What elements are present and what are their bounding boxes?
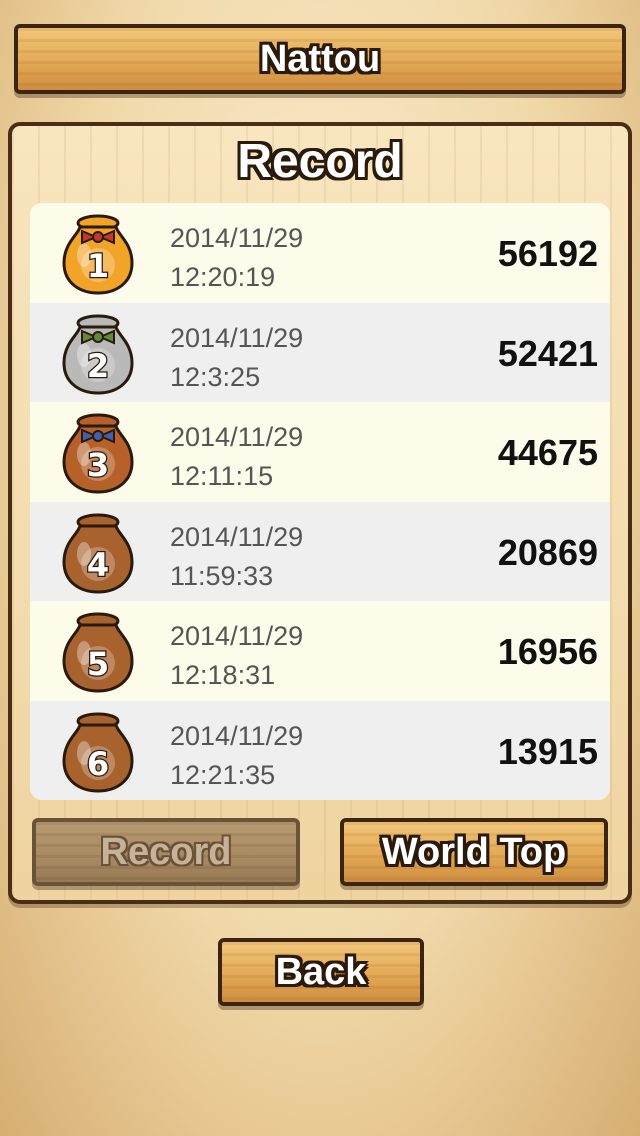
- world-top-label: World Top: [381, 830, 567, 873]
- record-row: 1 2014/11/29 12:20:19 56192: [30, 203, 610, 303]
- record-date: 2014/11/29: [170, 521, 304, 552]
- record-time: 11:59:33: [170, 560, 274, 591]
- rank-jar-icon: 1: [62, 214, 134, 295]
- record-time: 12:18:31: [170, 660, 276, 690]
- record-score: 20869: [497, 531, 598, 573]
- rank-jar-icon: 6: [62, 712, 134, 793]
- rank-jar-icon: 4: [62, 513, 134, 594]
- page-title: Nattou: [259, 37, 381, 80]
- rank-number: 6: [87, 745, 109, 783]
- record-time: 12:20:19: [170, 262, 276, 292]
- rank-jar-icon: 3: [62, 413, 134, 494]
- record-datetime: 2014/11/29 12:20:19: [170, 219, 303, 297]
- record-score: 16956: [497, 631, 598, 672]
- record-time: 12:3:25: [170, 361, 261, 392]
- record-time: 12:11:15: [170, 461, 274, 491]
- back-button[interactable]: Back: [218, 938, 424, 1006]
- rank-number: 5: [87, 645, 109, 683]
- record-score: 13915: [497, 730, 598, 772]
- record-score: 52421: [497, 332, 598, 374]
- record-row: 3 2014/11/29 12:11:15 44675: [30, 402, 610, 502]
- record-list: 1 2014/11/29 12:20:19 56192 2 2014/11/29…: [30, 203, 610, 800]
- rank-number: 1: [87, 247, 109, 285]
- rank-jar-icon: 5: [62, 612, 134, 693]
- record-date: 2014/11/29: [170, 322, 304, 353]
- record-row: 2 2014/11/29 12:3:25 52421: [30, 302, 610, 402]
- record-datetime: 2014/11/29 12:18:31: [170, 617, 303, 695]
- rank-number: 3: [87, 446, 109, 484]
- record-date: 2014/11/29: [170, 223, 304, 253]
- world-top-button[interactable]: World Top: [340, 818, 608, 886]
- record-datetime: 2014/11/29 12:3:25: [170, 319, 303, 397]
- record-row: 4 2014/11/29 11:59:33 20869: [30, 501, 610, 601]
- record-date: 2014/11/29: [170, 720, 304, 751]
- record-datetime: 2014/11/29 12:21:35: [170, 717, 303, 795]
- record-row: 5 2014/11/29 12:18:31 16956: [30, 601, 610, 701]
- record-tab-label: Record: [100, 830, 232, 873]
- record-datetime: 2014/11/29 11:59:33: [170, 518, 303, 596]
- record-date: 2014/11/29: [170, 422, 304, 452]
- rank-jar-icon: 2: [62, 314, 134, 395]
- record-tab-button[interactable]: Record: [32, 818, 300, 886]
- record-score: 56192: [497, 233, 598, 274]
- title-plank: Nattou: [14, 24, 626, 94]
- record-datetime: 2014/11/29 12:11:15: [170, 418, 303, 496]
- rank-number: 2: [87, 347, 109, 385]
- board-title: Record: [237, 135, 403, 188]
- record-row: 6 2014/11/29 12:21:35 13915: [30, 700, 610, 800]
- rank-number: 4: [87, 546, 109, 584]
- back-label: Back: [275, 950, 367, 993]
- record-score: 44675: [497, 432, 598, 473]
- record-date: 2014/11/29: [170, 621, 304, 651]
- record-time: 12:21:35: [170, 759, 276, 790]
